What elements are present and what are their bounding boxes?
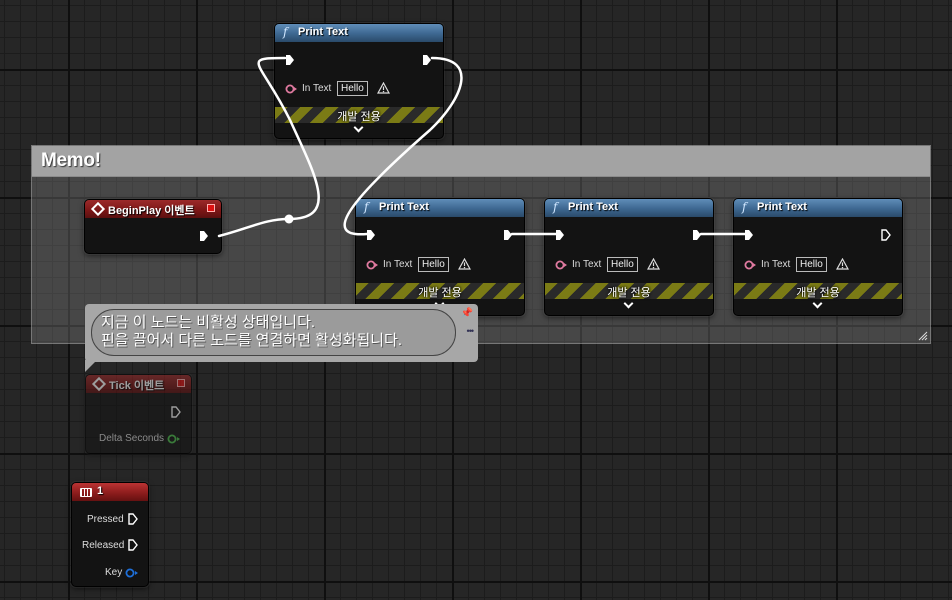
- string-pin-icon[interactable]: [285, 84, 297, 94]
- node-title: BeginPlay 이벤트: [108, 205, 195, 217]
- exec-in-pin-icon[interactable]: [744, 229, 754, 241]
- in-text-input[interactable]: Hello: [607, 257, 638, 272]
- exec-out-pin-empty-icon[interactable]: [128, 513, 138, 525]
- in-text-input[interactable]: Hello: [418, 257, 449, 272]
- exec-out-pin-empty-icon[interactable]: [128, 539, 138, 551]
- key-label: Key: [105, 567, 123, 578]
- key-1-event-node[interactable]: 1 Pressed Released Key: [71, 482, 149, 587]
- exec-out-pin-empty-icon[interactable]: [881, 229, 891, 241]
- float-pin-icon[interactable]: [167, 434, 181, 444]
- expand-chevron-icon[interactable]: [353, 122, 364, 133]
- dev-only-label: 개발 전용: [607, 287, 651, 299]
- in-text-label: In Text: [572, 259, 602, 270]
- tick-event-node[interactable]: Tick 이벤트 Delta Seconds: [85, 374, 192, 454]
- begin-play-event-node[interactable]: BeginPlay 이벤트: [84, 199, 222, 254]
- released-label: Released: [82, 540, 125, 551]
- string-pin-icon[interactable]: [744, 260, 756, 270]
- string-pin-icon[interactable]: [366, 260, 378, 270]
- node-title: Print Text: [298, 26, 348, 38]
- in-text-label: In Text: [383, 259, 413, 270]
- resize-grip-icon[interactable]: [918, 331, 928, 341]
- in-text-label: In Text: [761, 259, 791, 270]
- node-title: Print Text: [568, 201, 618, 213]
- event-icon: [90, 201, 106, 217]
- delta-seconds-label: Delta Seconds: [99, 433, 165, 444]
- node-header[interactable]: BeginPlay 이벤트: [85, 200, 221, 218]
- print-text-node-1[interactable]: f Print Text In Text Hello 개발 전용: [355, 198, 525, 316]
- string-pin-icon[interactable]: [555, 260, 567, 270]
- function-icon: f: [742, 200, 747, 214]
- dev-only-label: 개발 전용: [337, 111, 381, 123]
- exec-out-pin-icon[interactable]: [503, 229, 513, 241]
- delegate-pin-icon[interactable]: [207, 204, 215, 212]
- event-icon: [91, 376, 107, 392]
- exec-out-pin-icon[interactable]: [199, 230, 209, 242]
- in-text-input[interactable]: Hello: [796, 257, 827, 272]
- comment-header[interactable]: [32, 146, 930, 177]
- tooltip-tail: [85, 360, 97, 372]
- node-header[interactable]: f Print Text: [356, 199, 524, 217]
- tooltip-line-2: 핀을 끌어서 다른 노드를 연결하면 활성화됩니다.: [101, 332, 403, 349]
- node-title: Print Text: [757, 201, 807, 213]
- exec-in-pin-icon[interactable]: [555, 229, 565, 241]
- warning-icon: [836, 258, 849, 270]
- node-title: 1: [97, 485, 104, 497]
- node-title: Print Text: [379, 201, 429, 213]
- print-text-node-2[interactable]: f Print Text In Text Hello 개발 전용: [544, 198, 714, 316]
- print-text-node-top[interactable]: f Print Text In Text Hello 개발 전용: [274, 23, 444, 139]
- function-icon: f: [364, 200, 369, 214]
- node-header[interactable]: f Print Text: [734, 199, 902, 217]
- dev-only-label: 개발 전용: [418, 287, 462, 299]
- keyboard-icon: [80, 488, 92, 497]
- inactive-node-tooltip: 지금 이 노드는 비활성 상태입니다. 핀을 끌어서 다른 노드를 연결하면 활…: [85, 304, 478, 372]
- exec-out-pin-empty-icon[interactable]: [171, 406, 181, 418]
- dev-only-label: 개발 전용: [796, 287, 840, 299]
- warning-icon: [647, 258, 660, 270]
- expand-chevron-icon[interactable]: [623, 298, 634, 309]
- comment-title: Memo!: [41, 150, 101, 171]
- expand-chevron-icon[interactable]: [812, 298, 823, 309]
- tooltip-text: 지금 이 노드는 비활성 상태입니다. 핀을 끌어서 다른 노드를 연결하면 활…: [101, 314, 402, 350]
- exec-in-pin-icon[interactable]: [366, 229, 376, 241]
- warning-icon: [377, 82, 390, 94]
- node-header[interactable]: f Print Text: [545, 199, 713, 217]
- node-header[interactable]: 1: [72, 483, 148, 501]
- exec-in-pin-icon[interactable]: [285, 54, 295, 66]
- delegate-pin-icon[interactable]: [177, 379, 185, 387]
- function-icon: f: [283, 25, 288, 39]
- in-text-label: In Text: [302, 83, 332, 94]
- node-title: Tick 이벤트: [109, 380, 165, 392]
- pin-icon[interactable]: 📌: [461, 308, 473, 319]
- struct-pin-icon[interactable]: [125, 568, 139, 578]
- print-text-node-3[interactable]: f Print Text In Text Hello 개발 전용: [733, 198, 903, 316]
- function-icon: f: [553, 200, 558, 214]
- node-header[interactable]: f Print Text: [275, 24, 443, 42]
- tooltip-line-1: 지금 이 노드는 비활성 상태입니다.: [101, 314, 316, 331]
- pressed-label: Pressed: [87, 514, 124, 525]
- in-text-input[interactable]: Hello: [337, 81, 368, 96]
- exec-out-pin-icon[interactable]: [422, 54, 432, 66]
- more-dots-icon[interactable]: •••: [467, 326, 475, 336]
- exec-out-pin-icon[interactable]: [692, 229, 702, 241]
- warning-icon: [458, 258, 471, 270]
- node-header[interactable]: Tick 이벤트: [86, 375, 191, 393]
